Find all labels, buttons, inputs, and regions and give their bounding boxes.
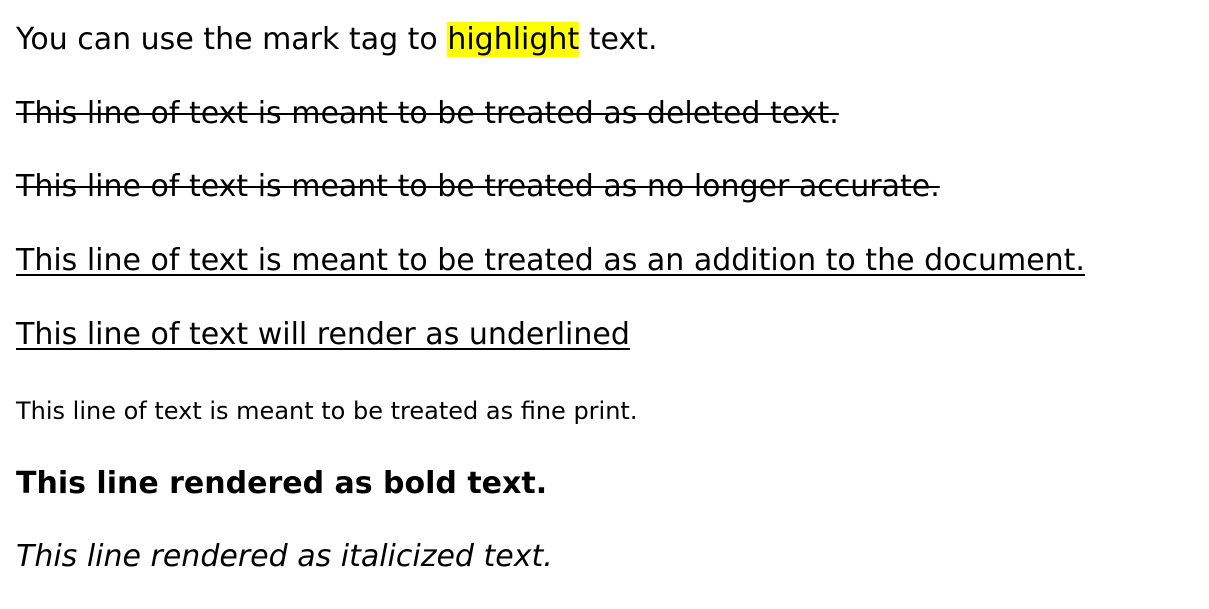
deleted-text-line: This line of text is meant to be treated… bbox=[16, 94, 839, 134]
italic-text-line: This line rendered as italicized text. bbox=[16, 537, 553, 577]
strikethrough-text-line: This line of text is meant to be treated… bbox=[16, 167, 940, 207]
inserted-text: This line of text is meant to be treated… bbox=[16, 243, 1085, 278]
strikethrough-text: This line of text is meant to be treated… bbox=[16, 169, 940, 204]
italic-text: This line rendered as italicized text. bbox=[16, 539, 553, 574]
fine-print-text: This line of text is meant to be treated… bbox=[16, 397, 638, 425]
highlighted-text: highlight bbox=[447, 22, 580, 57]
mark-line-after: text. bbox=[579, 22, 658, 57]
deleted-text: This line of text is meant to be treated… bbox=[16, 96, 839, 131]
bold-text-line: This line rendered as bold text. bbox=[16, 464, 547, 504]
underlined-text-line: This line of text will render as underli… bbox=[16, 315, 630, 355]
underlined-text: This line of text will render as underli… bbox=[16, 317, 630, 352]
mark-line-before: You can use the mark tag to bbox=[16, 22, 448, 57]
inserted-text-line: This line of text is meant to be treated… bbox=[16, 241, 1085, 281]
bold-text: This line rendered as bold text. bbox=[16, 466, 548, 501]
fine-print-line: This line of text is meant to be treated… bbox=[16, 394, 637, 428]
mark-text-line: You can use the mark tag to highlight te… bbox=[16, 20, 658, 60]
